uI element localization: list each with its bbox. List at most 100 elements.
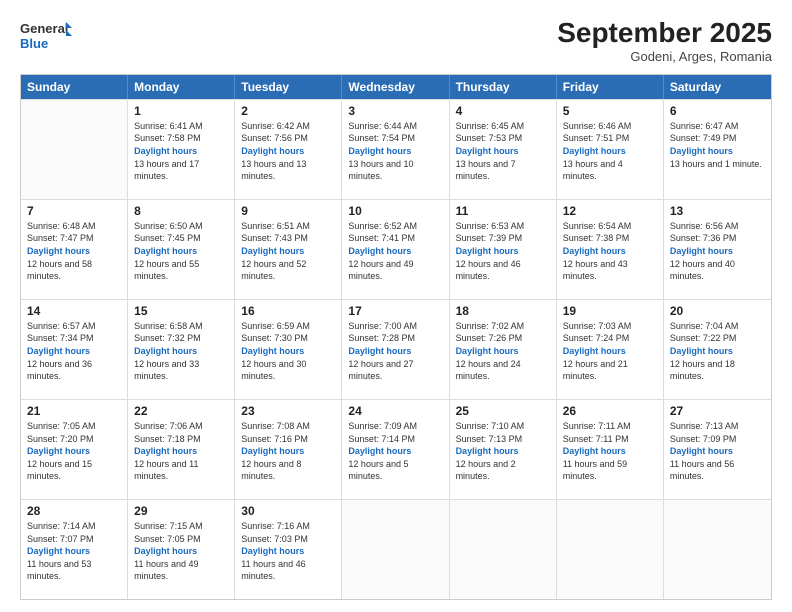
logo: General Blue [20,18,72,54]
daylight-detail: 12 hours and 15 minutes. [27,459,92,482]
week-row-2: 7 Sunrise: 6:48 AM Sunset: 7:47 PM Dayli… [21,199,771,299]
sunset: Sunset: 7:56 PM [241,133,308,143]
sunset: Sunset: 7:22 PM [670,333,737,343]
day-number: 25 [456,404,550,418]
day-number: 27 [670,404,765,418]
day-number: 22 [134,404,228,418]
daylight-label: Daylight hours [348,346,411,356]
calendar-cell-0-5: 5 Sunrise: 6:46 AM Sunset: 7:51 PM Dayli… [557,100,664,199]
cell-info: Sunrise: 6:50 AM Sunset: 7:45 PM Dayligh… [134,220,228,283]
cell-info: Sunrise: 6:52 AM Sunset: 7:41 PM Dayligh… [348,220,442,283]
daylight-label: Daylight hours [134,246,197,256]
calendar-cell-3-5: 26 Sunrise: 7:11 AM Sunset: 7:11 PM Dayl… [557,400,664,499]
sunset: Sunset: 7:30 PM [241,333,308,343]
cell-info: Sunrise: 7:04 AM Sunset: 7:22 PM Dayligh… [670,320,765,383]
sunset: Sunset: 7:13 PM [456,434,523,444]
sunset: Sunset: 7:09 PM [670,434,737,444]
sunset: Sunset: 7:53 PM [456,133,523,143]
daylight-label: Daylight hours [670,346,733,356]
day-number: 6 [670,104,765,118]
sunrise: Sunrise: 7:06 AM [134,421,203,431]
daylight-label: Daylight hours [670,146,733,156]
cell-info: Sunrise: 6:57 AM Sunset: 7:34 PM Dayligh… [27,320,121,383]
daylight-detail: 12 hours and 43 minutes. [563,259,628,282]
col-sunday: Sunday [21,75,128,99]
sunrise: Sunrise: 6:53 AM [456,221,525,231]
day-number: 24 [348,404,442,418]
daylight-label: Daylight hours [348,446,411,456]
week-row-3: 14 Sunrise: 6:57 AM Sunset: 7:34 PM Dayl… [21,299,771,399]
svg-text:General: General [20,21,68,36]
daylight-label: Daylight hours [134,346,197,356]
daylight-label: Daylight hours [241,346,304,356]
calendar-cell-4-5 [557,500,664,599]
week-row-4: 21 Sunrise: 7:05 AM Sunset: 7:20 PM Dayl… [21,399,771,499]
calendar-cell-0-1: 1 Sunrise: 6:41 AM Sunset: 7:58 PM Dayli… [128,100,235,199]
sunrise: Sunrise: 7:10 AM [456,421,525,431]
daylight-label: Daylight hours [348,146,411,156]
sunset: Sunset: 7:05 PM [134,534,201,544]
day-number: 7 [27,204,121,218]
logo-svg: General Blue [20,18,72,54]
calendar-cell-4-4 [450,500,557,599]
daylight-detail: 12 hours and 2 minutes. [456,459,516,482]
daylight-label: Daylight hours [670,446,733,456]
sunrise: Sunrise: 6:45 AM [456,121,525,131]
daylight-detail: 12 hours and 46 minutes. [456,259,521,282]
sunset: Sunset: 7:39 PM [456,233,523,243]
header: General Blue September 2025 Godeni, Arge… [20,18,772,64]
col-monday: Monday [128,75,235,99]
daylight-label: Daylight hours [563,146,626,156]
sunrise: Sunrise: 7:09 AM [348,421,417,431]
daylight-label: Daylight hours [456,346,519,356]
calendar-cell-3-3: 24 Sunrise: 7:09 AM Sunset: 7:14 PM Dayl… [342,400,449,499]
daylight-detail: 12 hours and 8 minutes. [241,459,301,482]
day-number: 1 [134,104,228,118]
sunrise: Sunrise: 6:48 AM [27,221,96,231]
sunrise: Sunrise: 6:52 AM [348,221,417,231]
sunset: Sunset: 7:11 PM [563,434,629,444]
calendar-cell-4-0: 28 Sunrise: 7:14 AM Sunset: 7:07 PM Dayl… [21,500,128,599]
sunset: Sunset: 7:14 PM [348,434,415,444]
week-row-5: 28 Sunrise: 7:14 AM Sunset: 7:07 PM Dayl… [21,499,771,599]
daylight-label: Daylight hours [563,446,626,456]
calendar-cell-0-4: 4 Sunrise: 6:45 AM Sunset: 7:53 PM Dayli… [450,100,557,199]
cell-info: Sunrise: 7:06 AM Sunset: 7:18 PM Dayligh… [134,420,228,483]
day-number: 30 [241,504,335,518]
day-number: 13 [670,204,765,218]
sunset: Sunset: 7:45 PM [134,233,201,243]
sunset: Sunset: 7:03 PM [241,534,308,544]
sunrise: Sunrise: 7:16 AM [241,521,310,531]
cell-info: Sunrise: 6:58 AM Sunset: 7:32 PM Dayligh… [134,320,228,383]
cell-info: Sunrise: 7:15 AM Sunset: 7:05 PM Dayligh… [134,520,228,583]
col-thursday: Thursday [450,75,557,99]
sunrise: Sunrise: 6:47 AM [670,121,739,131]
page: General Blue September 2025 Godeni, Arge… [0,0,792,612]
cell-info: Sunrise: 7:10 AM Sunset: 7:13 PM Dayligh… [456,420,550,483]
sunrise: Sunrise: 7:05 AM [27,421,96,431]
sunset: Sunset: 7:43 PM [241,233,308,243]
day-number: 4 [456,104,550,118]
calendar-cell-3-4: 25 Sunrise: 7:10 AM Sunset: 7:13 PM Dayl… [450,400,557,499]
daylight-label: Daylight hours [670,246,733,256]
daylight-detail: 13 hours and 13 minutes. [241,159,306,182]
calendar-cell-2-0: 14 Sunrise: 6:57 AM Sunset: 7:34 PM Dayl… [21,300,128,399]
daylight-detail: 13 hours and 10 minutes. [348,159,413,182]
day-number: 28 [27,504,121,518]
sunrise: Sunrise: 7:08 AM [241,421,310,431]
daylight-label: Daylight hours [27,446,90,456]
day-number: 21 [27,404,121,418]
daylight-detail: 12 hours and 58 minutes. [27,259,92,282]
sunrise: Sunrise: 6:41 AM [134,121,203,131]
cell-info: Sunrise: 6:48 AM Sunset: 7:47 PM Dayligh… [27,220,121,283]
calendar-cell-4-1: 29 Sunrise: 7:15 AM Sunset: 7:05 PM Dayl… [128,500,235,599]
sunset: Sunset: 7:51 PM [563,133,630,143]
daylight-label: Daylight hours [456,446,519,456]
sunset: Sunset: 7:20 PM [27,434,94,444]
sunrise: Sunrise: 6:46 AM [563,121,632,131]
calendar-cell-2-2: 16 Sunrise: 6:59 AM Sunset: 7:30 PM Dayl… [235,300,342,399]
sunset: Sunset: 7:58 PM [134,133,201,143]
day-number: 9 [241,204,335,218]
calendar-cell-0-0 [21,100,128,199]
sunrise: Sunrise: 6:58 AM [134,321,203,331]
